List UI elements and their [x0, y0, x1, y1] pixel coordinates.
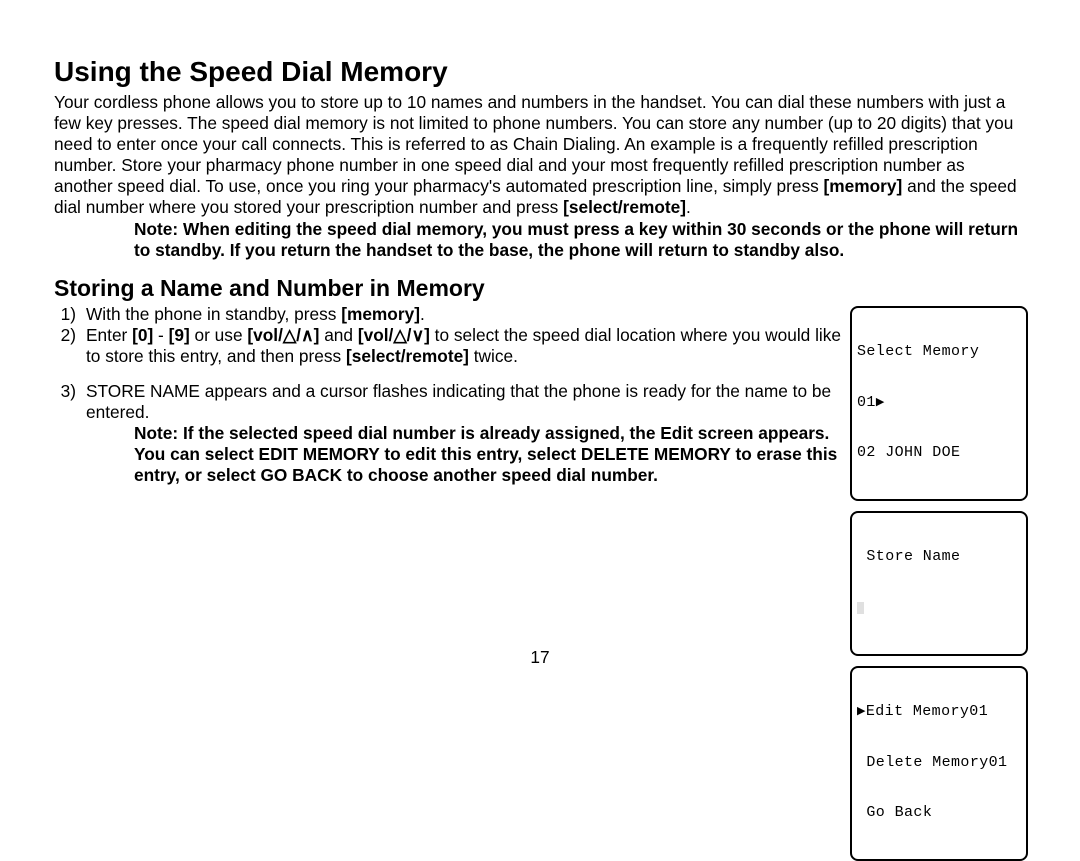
note-timeout: Note: When editing the speed dial memory… — [54, 219, 1026, 261]
step-2-number: 2) — [54, 325, 76, 346]
lcd1-line2a: 01 — [857, 394, 876, 411]
step-2: 2) Enter [0] - [9] or use [vol/△/∧] and … — [54, 325, 849, 367]
section-heading: Storing a Name and Number in Memory — [54, 275, 1026, 302]
step-3: 3) STORE NAME appears and a cursor flash… — [54, 381, 849, 423]
step-1-key-memory: [memory] — [341, 304, 420, 324]
step-2-key-select-remote: [select/remote] — [346, 346, 469, 366]
page-number: 17 — [0, 647, 1080, 668]
intro-text-post: . — [686, 197, 691, 217]
step-2-key-voldown: [vol/△/∨] — [358, 325, 430, 345]
lcd1-line3: 02 JOHN DOE — [857, 444, 960, 461]
step-2-text-mid5: twice. — [469, 346, 518, 366]
step-2-text-mid2: or use — [190, 325, 248, 345]
lcd-screens: Select Memory 01▶ 02 JOHN DOE Store Name… — [850, 306, 1028, 861]
cursor-icon — [857, 602, 864, 614]
steps-area: 1) With the phone in standby, press [mem… — [54, 304, 1026, 487]
lcd-store-name: Store Name — [850, 511, 1028, 656]
steps-list: 1) With the phone in standby, press [mem… — [54, 304, 849, 423]
triangle-right-icon: ▶ — [876, 397, 885, 409]
step-1-text-c: . — [420, 304, 425, 324]
lcd-edit-menu: ▶Edit Memory01 Delete Memory01 Go Back — [850, 666, 1028, 861]
triangle-right-icon: ▶ — [857, 706, 866, 718]
intro-paragraph: Your cordless phone allows you to store … — [54, 92, 1026, 219]
step-2-text-mid1: - — [153, 325, 168, 345]
lcd2-line1: Store Name — [857, 548, 960, 565]
intro-key-select-remote: [select/remote] — [563, 197, 686, 217]
note-edit-screen: Note: If the selected speed dial number … — [54, 423, 849, 486]
step-3-number: 3) — [54, 381, 76, 402]
step-1: 1) With the phone in standby, press [mem… — [54, 304, 849, 325]
step-2-text-a: Enter — [86, 325, 132, 345]
step-2-key-9: [9] — [169, 325, 190, 345]
lcd3-line1: Edit Memory01 — [866, 703, 988, 720]
intro-key-memory: [memory] — [824, 176, 903, 196]
lcd1-line1: Select Memory — [857, 343, 979, 360]
lcd-select-memory: Select Memory 01▶ 02 JOHN DOE — [850, 306, 1028, 501]
step-1-number: 1) — [54, 304, 76, 325]
page-title: Using the Speed Dial Memory — [54, 56, 1026, 88]
step-2-key-0: [0] — [132, 325, 153, 345]
lcd3-line2: Delete Memory01 — [866, 754, 1007, 771]
lcd3-line3: Go Back — [866, 804, 932, 821]
step-2-text-mid3: and — [319, 325, 357, 345]
step-2-key-volup: [vol/△/∧] — [247, 325, 319, 345]
step-3-text: STORE NAME appears and a cursor flashes … — [86, 381, 849, 423]
step-1-text-a: With the phone in standby, press — [86, 304, 341, 324]
